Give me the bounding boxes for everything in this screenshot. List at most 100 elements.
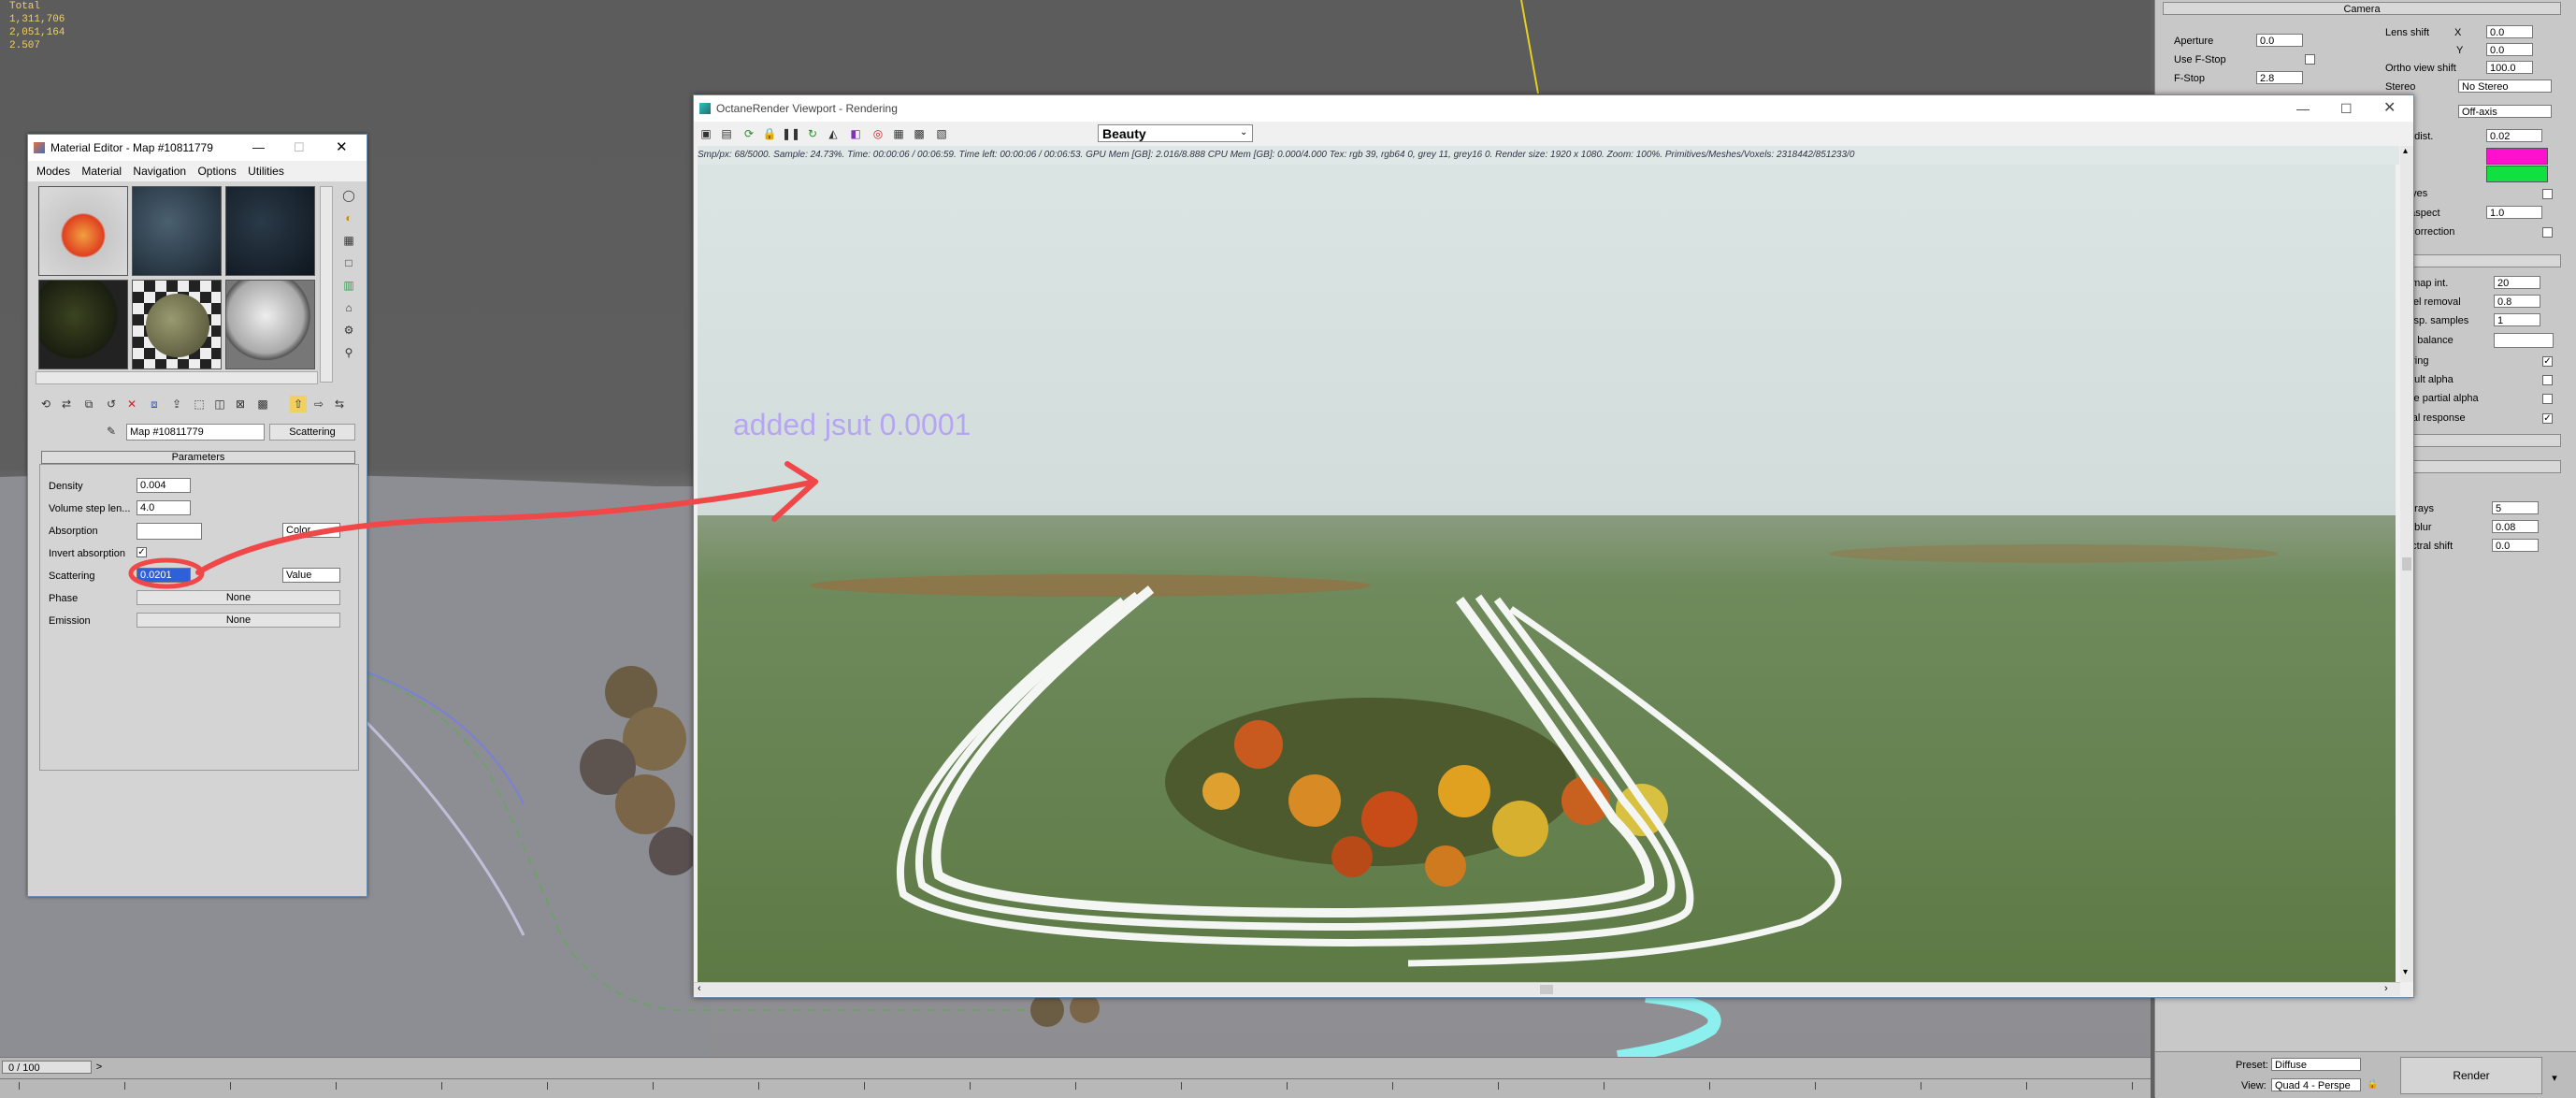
partial-alpha-checkbox[interactable] (2542, 394, 2553, 404)
make-preview-icon[interactable]: ⌂ (340, 299, 357, 316)
vertical-scrollbar[interactable]: ▴ ▾ (2400, 146, 2413, 982)
go-sibling-icon[interactable]: ⇆ (331, 396, 348, 412)
volume-step-field[interactable]: 4.0 (137, 500, 191, 515)
toolbar-lock-icon[interactable]: 🔒 (761, 125, 778, 142)
close-icon[interactable]: ✕ (336, 135, 348, 161)
perspective-correction-checkbox[interactable] (2542, 227, 2553, 238)
scroll-down-icon[interactable]: ▾ (2403, 967, 2408, 977)
get-material-icon[interactable]: ⟲ (37, 396, 54, 412)
uv-tiling-icon[interactable]: □ (340, 254, 357, 271)
pixel-aspect-field[interactable]: 1.0 (2486, 206, 2542, 219)
vertical-scroll-thumb[interactable] (2402, 557, 2411, 571)
menu-material[interactable]: Material (81, 161, 122, 181)
toolbar-picker-icon[interactable]: ▩ (911, 125, 928, 142)
render-button[interactable]: Render (2400, 1057, 2542, 1094)
premultiplied-alpha-checkbox[interactable] (2542, 375, 2553, 385)
emission-map-button[interactable]: None (137, 613, 340, 628)
menu-options[interactable]: Options (197, 161, 236, 181)
material-slot-2[interactable] (132, 186, 222, 276)
response-dropdown[interactable] (2402, 434, 2561, 447)
go-to-parent-icon[interactable]: ⇧ (290, 396, 307, 412)
camera-rollout-header[interactable]: Camera (2163, 2, 2561, 15)
menu-modes[interactable]: Modes (36, 161, 70, 181)
chevron-down-icon[interactable]: ⌄ (1240, 127, 1247, 137)
toolbar-camera-icon[interactable]: ▣ (698, 125, 714, 142)
scroll-right-icon[interactable]: › (2384, 983, 2388, 994)
select-by-material-icon[interactable]: ⚲ (340, 344, 357, 361)
map-name-field[interactable]: Map #10811779 (126, 424, 265, 441)
render-dropdown-arrow-icon[interactable]: ▾ (2548, 1072, 2561, 1085)
options-icon[interactable]: ⚙ (340, 322, 357, 339)
material-slot-4[interactable] (38, 280, 128, 369)
disp-samples-field[interactable]: 1 (2494, 313, 2540, 326)
reset-map-icon[interactable]: ↺ (103, 396, 120, 412)
scattering-field[interactable]: 0.0201 (137, 568, 191, 583)
sample-type-icon[interactable]: ◯ (340, 187, 357, 204)
stereo-dropdown[interactable]: No Stereo (2458, 79, 2552, 93)
aperture-field[interactable]: 0.0 (2256, 34, 2303, 47)
eyedropper-icon[interactable]: ✎ (103, 423, 120, 440)
slot-horizontal-scrollbar[interactable] (36, 371, 318, 384)
checker-icon[interactable]: ▩ (254, 396, 271, 412)
backlight-icon[interactable]: ◐ (340, 209, 357, 226)
material-slot-6[interactable] (225, 280, 315, 369)
render-pass-dropdown[interactable]: Beauty (1098, 124, 1253, 142)
scattering-mode-dropdown[interactable]: Value (282, 568, 340, 583)
postprocess-rollout-header[interactable] (2402, 460, 2561, 473)
toolbar-restart-icon[interactable]: ⟳ (741, 125, 757, 142)
left-eye-color-swatch[interactable] (2486, 148, 2548, 165)
scroll-left-icon[interactable]: ‹ (698, 983, 701, 994)
dithering-checkbox[interactable]: ✓ (2542, 356, 2553, 367)
toolbar-refresh-icon[interactable]: ↻ (804, 125, 821, 142)
minimize-icon[interactable]: — (252, 135, 265, 161)
toolbar-pause-icon[interactable]: ❚❚ (782, 125, 800, 142)
material-slot-5[interactable] (132, 280, 222, 369)
menu-navigation[interactable]: Navigation (133, 161, 186, 181)
go-forward-icon[interactable]: ⇨ (310, 396, 327, 412)
background-icon[interactable]: ▦ (340, 232, 357, 249)
absorption-mode-dropdown[interactable]: Color (282, 523, 340, 538)
parameters-rollout-header[interactable]: Parameters (41, 451, 355, 464)
map-type-button[interactable]: Scattering (269, 424, 355, 441)
toolbar-settings-icon[interactable]: ▧ (933, 125, 950, 142)
density-field[interactable]: 0.004 (137, 478, 191, 493)
view-dropdown[interactable]: Quad 4 - Perspe (2271, 1078, 2361, 1091)
phase-map-button[interactable]: None (137, 590, 340, 605)
fstop-field[interactable]: 2.8 (2256, 71, 2303, 84)
put-to-scene-icon[interactable]: ⇄ (58, 396, 75, 412)
lens-shift-y-field[interactable]: 0.0 (2486, 43, 2533, 56)
absorption-color-swatch[interactable] (137, 523, 202, 540)
swap-eyes-checkbox[interactable] (2542, 189, 2553, 199)
scroll-up-icon[interactable]: ▴ (2403, 146, 2408, 156)
horizontal-scroll-thumb[interactable] (1540, 985, 1553, 994)
slot-vertical-scrollbar[interactable] (320, 186, 333, 383)
octane-title-bar[interactable]: OctaneRender Viewport - Rendering — ☐ ✕ (694, 95, 2413, 122)
toolbar-region-icon[interactable]: ◧ (847, 125, 864, 142)
show-map-icon[interactable]: ◫ (211, 396, 228, 412)
put-to-library-icon[interactable]: ⇪ (168, 396, 185, 412)
bloom-blur-field[interactable]: 0.08 (2492, 520, 2539, 533)
toolbar-focus-icon[interactable]: ◎ (870, 125, 886, 142)
close-icon[interactable]: ✕ (2383, 95, 2396, 122)
toolbar-save-icon[interactable]: ▤ (718, 125, 735, 142)
material-slot-1[interactable] (38, 186, 128, 276)
hot-pixel-removal-field[interactable]: 0.8 (2494, 295, 2540, 308)
eye-distance-field[interactable]: 0.02 (2486, 129, 2542, 142)
show-end-result-icon[interactable]: ⊠ (232, 396, 249, 412)
use-fstop-checkbox[interactable] (2305, 54, 2315, 65)
maximize-icon[interactable]: ☐ (2340, 95, 2353, 122)
video-color-icon[interactable]: ▥ (340, 277, 357, 294)
toolbar-graph-icon[interactable]: ◭ (825, 125, 842, 142)
maximize-icon[interactable]: ☐ (294, 135, 305, 161)
neutral-response-checkbox[interactable]: ✓ (2542, 413, 2553, 424)
ortho-view-shift-field[interactable]: 100.0 (2486, 61, 2533, 74)
assign-material-icon[interactable]: ⧉ (80, 396, 97, 412)
timeline[interactable]: 0 / 100 > (0, 1057, 2151, 1098)
right-eye-color-swatch[interactable] (2486, 166, 2548, 182)
menu-utilities[interactable]: Utilities (248, 161, 284, 181)
material-id-icon[interactable]: ⬚ (191, 396, 208, 412)
render-image[interactable] (698, 146, 2396, 982)
preset-dropdown[interactable]: Diffuse (2271, 1058, 2361, 1071)
spectral-shift-field[interactable]: 0.0 (2492, 539, 2539, 552)
minimize-icon[interactable]: — (2296, 95, 2310, 122)
